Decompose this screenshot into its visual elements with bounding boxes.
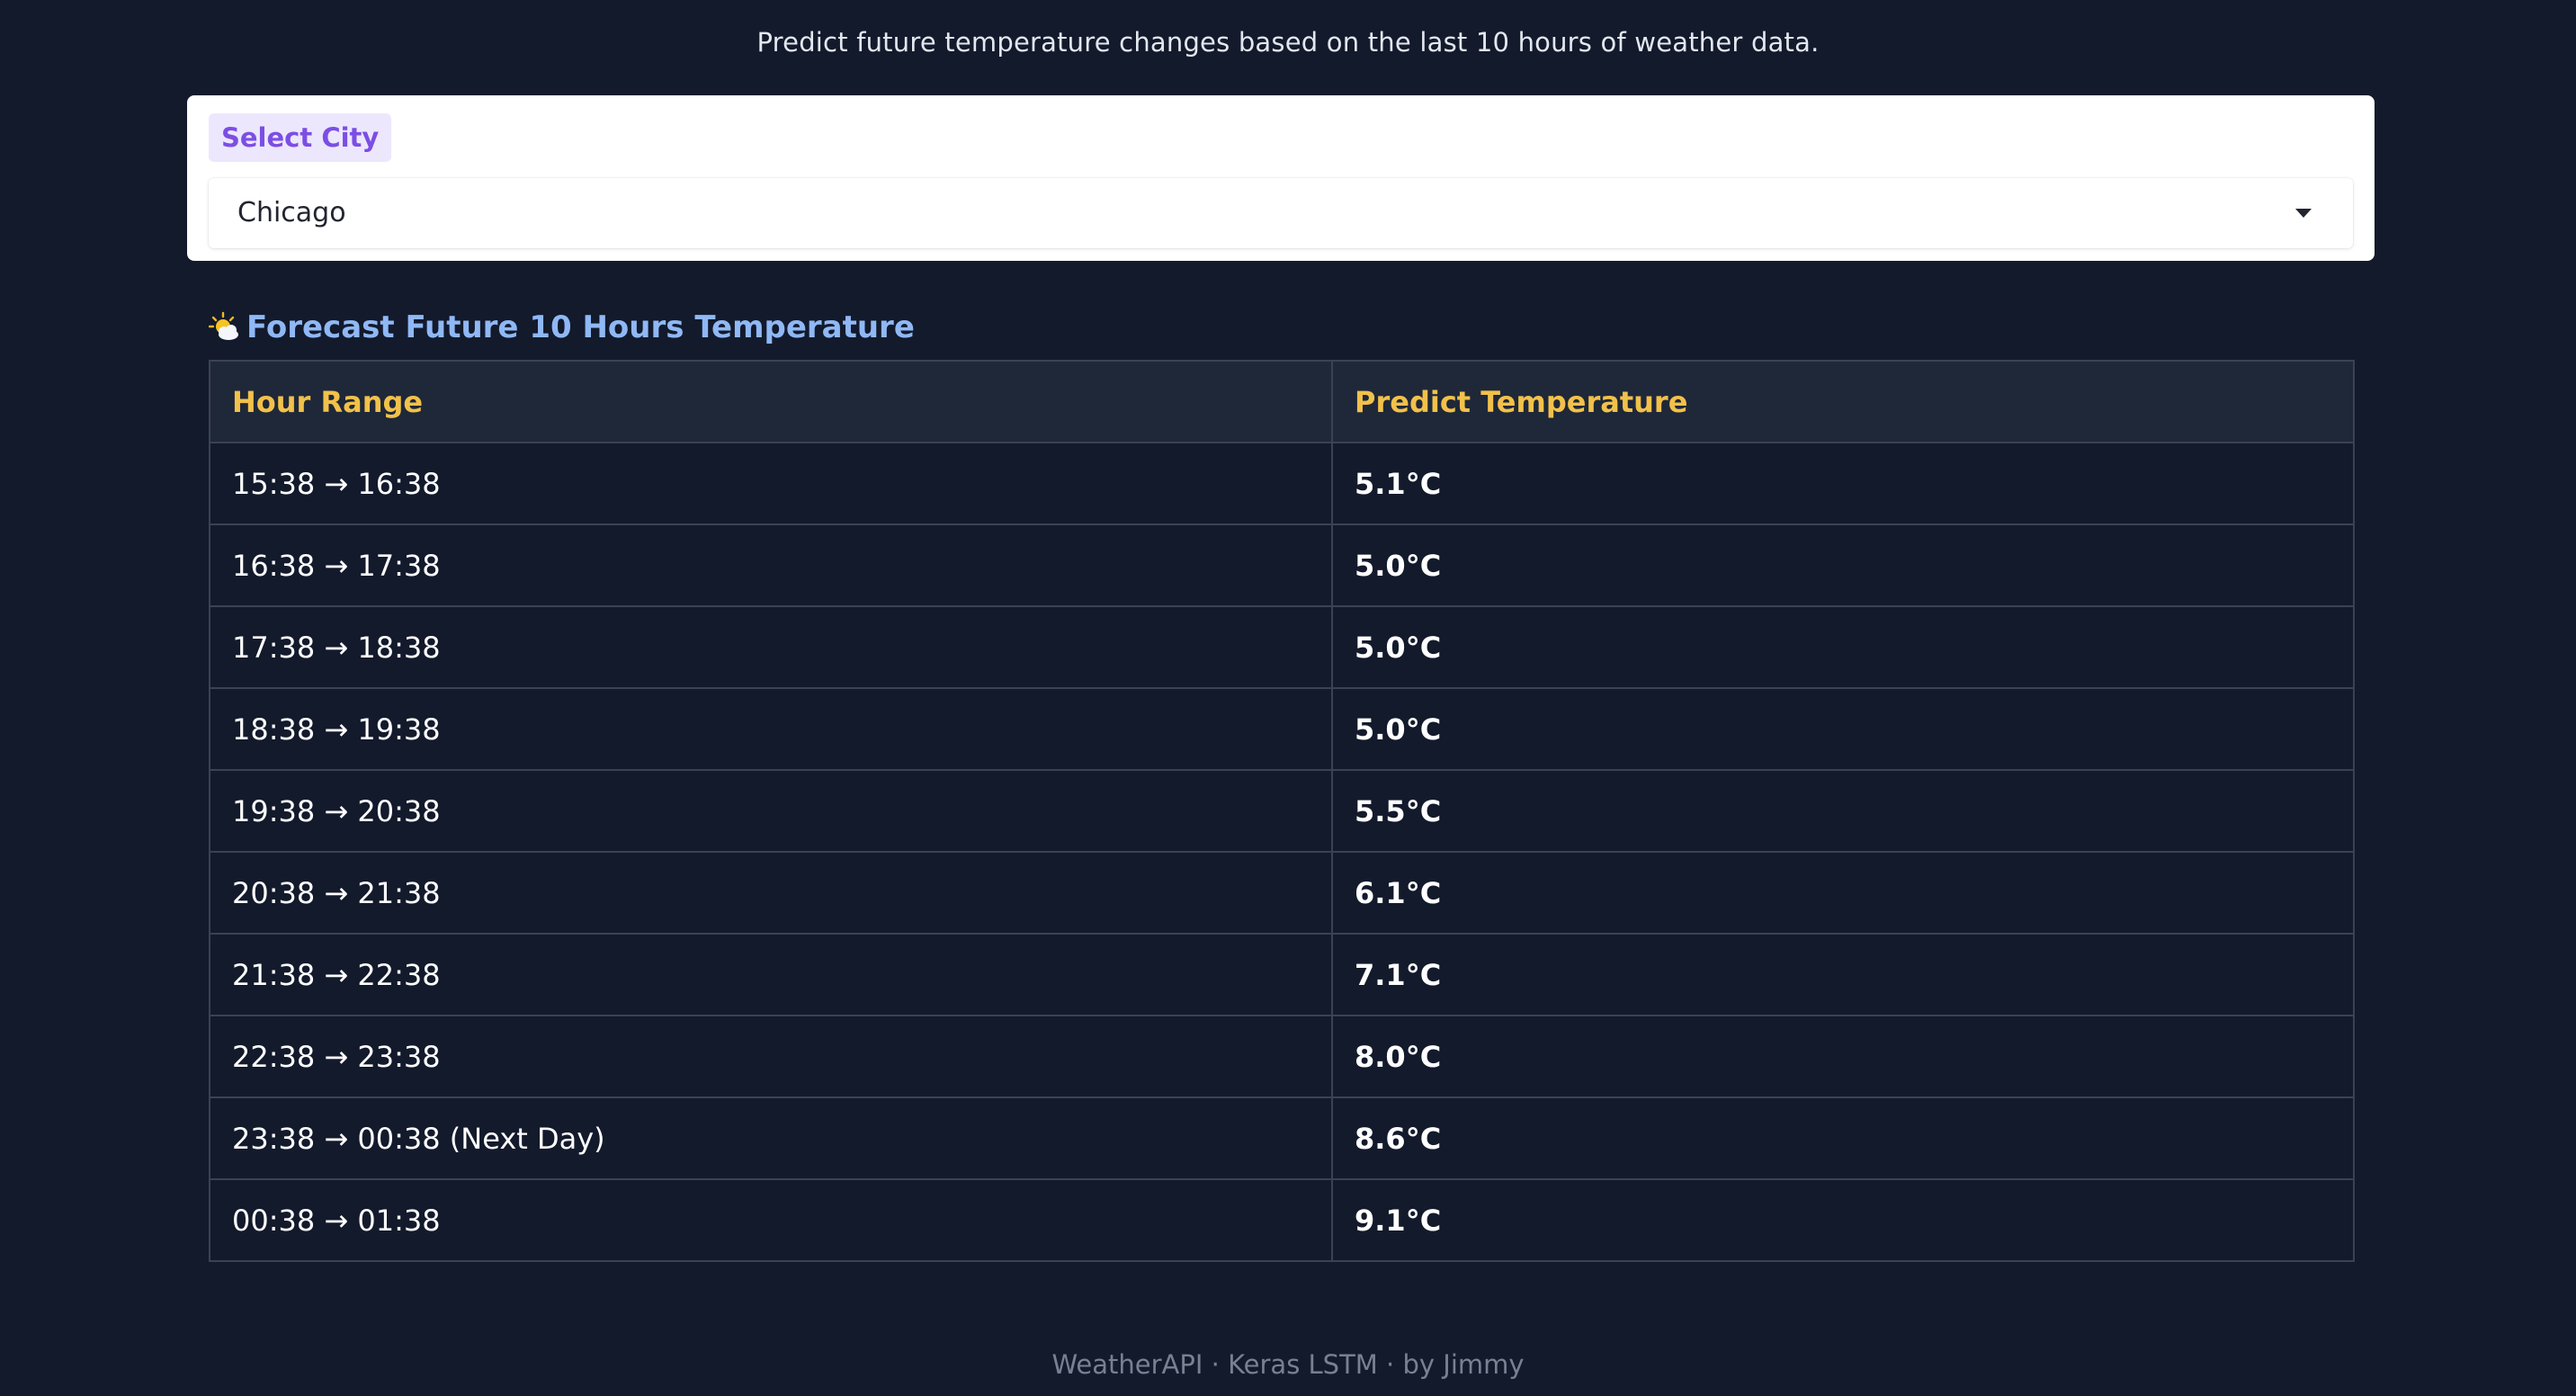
- city-selector-panel: Select City Chicago: [187, 95, 2375, 261]
- table-row: 23:38 → 00:38 (Next Day) 8.6°C: [209, 1096, 2355, 1180]
- temperature-cell: 9.1°C: [1331, 1178, 2355, 1262]
- table-row: 21:38 → 22:38 7.1°C: [209, 933, 2355, 1016]
- forecast-title: Forecast Future 10 Hours Temperature: [246, 309, 915, 345]
- hour-range-cell: 19:38 → 20:38: [209, 769, 1333, 853]
- city-dropdown-value: Chicago: [237, 197, 346, 228]
- hour-range-cell: 17:38 → 18:38: [209, 605, 1333, 689]
- table-row: 15:38 → 16:38 5.1°C: [209, 442, 2355, 525]
- table-row: 16:38 → 17:38 5.0°C: [209, 524, 2355, 607]
- table-row: 18:38 → 19:38 5.0°C: [209, 687, 2355, 771]
- temperature-cell: 5.5°C: [1331, 769, 2355, 853]
- temperature-cell: 5.0°C: [1331, 605, 2355, 689]
- hour-range-cell: 23:38 → 00:38 (Next Day): [209, 1096, 1333, 1180]
- temperature-cell: 6.1°C: [1331, 851, 2355, 935]
- chevron-down-icon: [2295, 209, 2312, 218]
- table-row: 19:38 → 20:38 5.5°C: [209, 769, 2355, 853]
- temperature-cell: 8.0°C: [1331, 1015, 2355, 1098]
- select-city-label: Select City: [209, 113, 392, 162]
- hour-range-cell: 16:38 → 17:38: [209, 524, 1333, 607]
- forecast-heading: Forecast Future 10 Hours Temperature: [208, 306, 915, 349]
- table-row: 17:38 → 18:38 5.0°C: [209, 605, 2355, 689]
- sun-behind-cloud-icon: [208, 311, 241, 344]
- hour-range-cell: 22:38 → 23:38: [209, 1015, 1333, 1098]
- table-row: 00:38 → 01:38 9.1°C: [209, 1178, 2355, 1262]
- footer-credits: WeatherAPI · Keras LSTM · by Jimmy: [1051, 1349, 1525, 1380]
- table-row: 22:38 → 23:38 8.0°C: [209, 1015, 2355, 1098]
- temperature-cell: 7.1°C: [1331, 933, 2355, 1016]
- forecast-table: Hour Range Predict Temperature 15:38 → 1…: [209, 360, 2355, 1262]
- column-header-hour-range: Hour Range: [209, 360, 1333, 443]
- table-header-row: Hour Range Predict Temperature: [209, 360, 2355, 443]
- page-subtitle: Predict future temperature changes based…: [756, 27, 1820, 58]
- city-dropdown[interactable]: Chicago: [209, 178, 2353, 248]
- temperature-cell: 5.0°C: [1331, 524, 2355, 607]
- hour-range-cell: 18:38 → 19:38: [209, 687, 1333, 771]
- temperature-cell: 5.0°C: [1331, 687, 2355, 771]
- hour-range-cell: 20:38 → 21:38: [209, 851, 1333, 935]
- temperature-cell: 5.1°C: [1331, 442, 2355, 525]
- hour-range-cell: 00:38 → 01:38: [209, 1178, 1333, 1262]
- hour-range-cell: 15:38 → 16:38: [209, 442, 1333, 525]
- temperature-cell: 8.6°C: [1331, 1096, 2355, 1180]
- table-row: 20:38 → 21:38 6.1°C: [209, 851, 2355, 935]
- hour-range-cell: 21:38 → 22:38: [209, 933, 1333, 1016]
- column-header-predict-temperature: Predict Temperature: [1331, 360, 2355, 443]
